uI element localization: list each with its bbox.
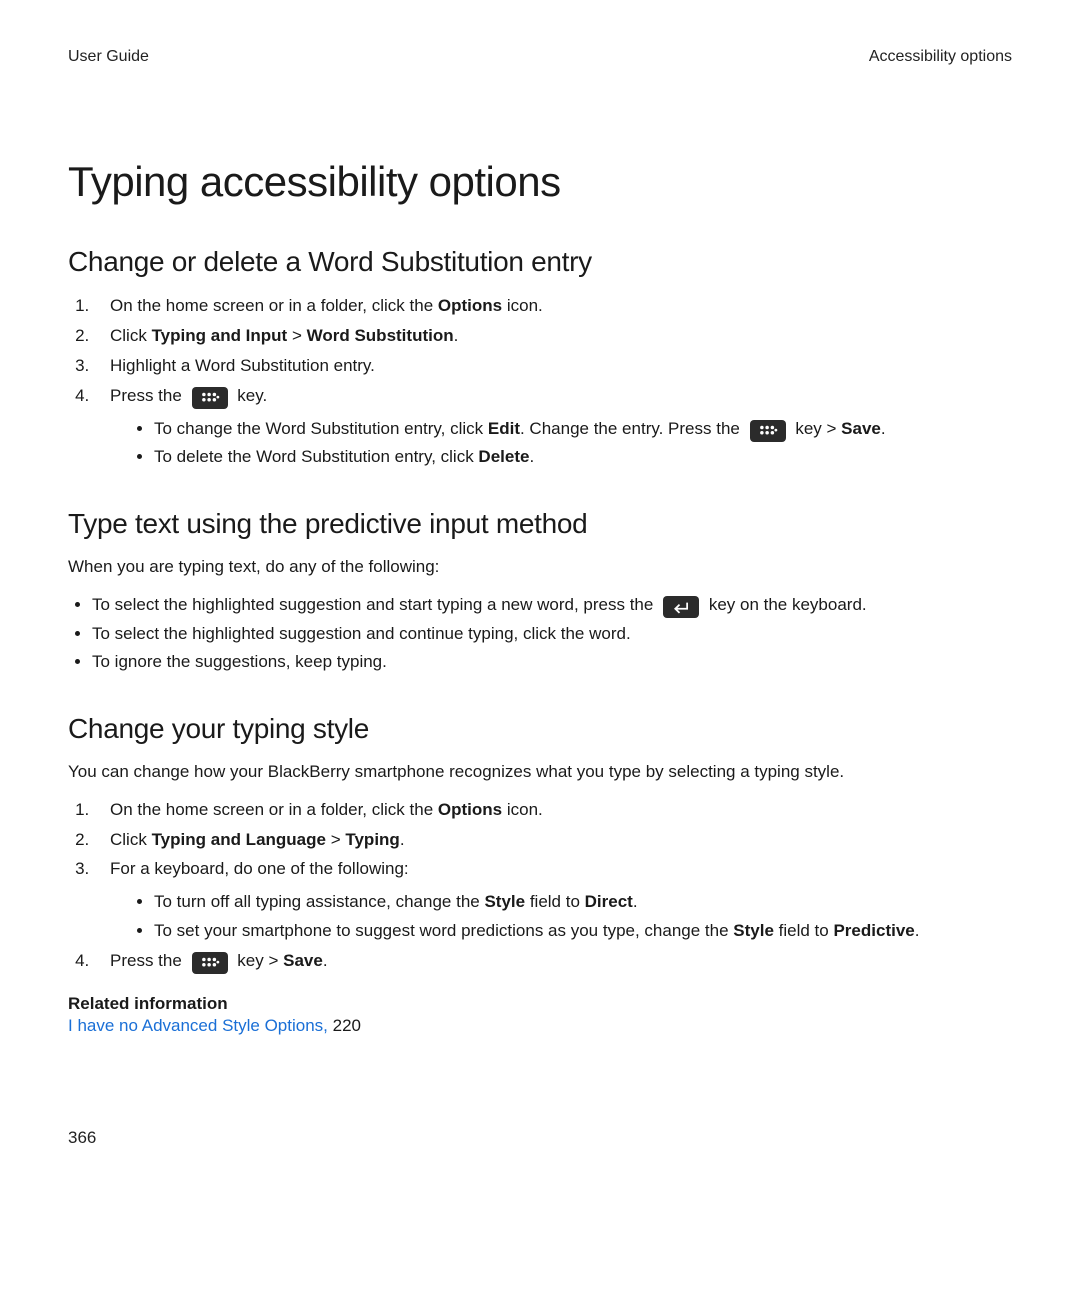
text-bold: Style: [484, 892, 525, 911]
text: Press the: [110, 951, 187, 970]
text: key >: [795, 419, 841, 438]
text: .: [400, 830, 405, 849]
style-sublist: To turn off all typing assistance, chang…: [130, 888, 1012, 946]
text: To select the highlighted suggestion and…: [92, 595, 658, 614]
related-info-heading: Related information: [68, 994, 1012, 1014]
text-bold: Options: [438, 800, 502, 819]
text-bold: Word Substitution: [307, 326, 454, 345]
list-item: To select the highlighted suggestion and…: [92, 620, 1012, 649]
text: key >: [237, 951, 283, 970]
page-title: Typing accessibility options: [68, 158, 1012, 206]
page-header: User Guide Accessibility options: [68, 48, 1012, 66]
text: field to: [525, 892, 585, 911]
text-bold: Style: [733, 921, 774, 940]
text: .: [323, 951, 328, 970]
list-item: To select the highlighted suggestion and…: [92, 591, 1012, 620]
list-item: Press the key > Save.: [94, 947, 1012, 976]
list-item: To delete the Word Substitution entry, c…: [154, 443, 1012, 472]
enter-key-icon: [663, 596, 699, 618]
text: Click: [110, 830, 152, 849]
list-item: Click Typing and Input > Word Substituti…: [94, 322, 1012, 351]
menu-key-icon: [192, 952, 228, 974]
style-steps: On the home screen or in a folder, click…: [68, 796, 1012, 976]
list-item: To ignore the suggestions, keep typing.: [92, 648, 1012, 677]
text: To ignore the suggestions, keep typing.: [92, 652, 387, 671]
list-item: To change the Word Substitution entry, c…: [154, 415, 1012, 444]
wordsub-steps: On the home screen or in a folder, click…: [68, 292, 1012, 472]
text: On the home screen or in a folder, click…: [110, 296, 438, 315]
text: To turn off all typing assistance, chang…: [154, 892, 484, 911]
list-item: Highlight a Word Substitution entry.: [94, 352, 1012, 381]
list-item: To set your smartphone to suggest word p…: [154, 917, 1012, 946]
predictive-bullets: To select the highlighted suggestion and…: [68, 591, 1012, 678]
text-bold: Direct: [585, 892, 633, 911]
text-bold: Typing: [345, 830, 399, 849]
text: .: [633, 892, 638, 911]
list-item: Click Typing and Language > Typing.: [94, 826, 1012, 855]
text: Press the: [110, 386, 187, 405]
list-item: On the home screen or in a folder, click…: [94, 796, 1012, 825]
list-item: On the home screen or in a folder, click…: [94, 292, 1012, 321]
text-bold: Options: [438, 296, 502, 315]
text: .: [881, 419, 886, 438]
style-intro: You can change how your BlackBerry smart…: [68, 759, 1012, 785]
text: >: [287, 326, 306, 345]
text: On the home screen or in a folder, click…: [110, 800, 438, 819]
text: .: [529, 447, 534, 466]
text-bold: Edit: [488, 419, 520, 438]
heading-style: Change your typing style: [68, 713, 1012, 745]
predictive-intro: When you are typing text, do any of the …: [68, 554, 1012, 580]
text: key.: [237, 386, 267, 405]
text: >: [326, 830, 345, 849]
document-page: User Guide Accessibility options Typing …: [0, 0, 1080, 1296]
list-item: For a keyboard, do one of the following:…: [94, 855, 1012, 946]
text: icon.: [502, 296, 543, 315]
text-bold: Save: [841, 419, 881, 438]
text: Click: [110, 326, 152, 345]
list-item: Press the key. To change the Word Substi…: [94, 382, 1012, 473]
page-number: 366: [68, 1128, 96, 1148]
text: Highlight a Word Substitution entry.: [110, 356, 375, 375]
text-bold: Predictive: [833, 921, 914, 940]
text: key on the keyboard.: [709, 595, 867, 614]
heading-wordsub: Change or delete a Word Substitution ent…: [68, 246, 1012, 278]
header-right: Accessibility options: [869, 48, 1012, 66]
text: icon.: [502, 800, 543, 819]
related-link[interactable]: I have no Advanced Style Options,: [68, 1016, 328, 1035]
text: For a keyboard, do one of the following:: [110, 859, 409, 878]
list-item: To turn off all typing assistance, chang…: [154, 888, 1012, 917]
text-bold: Typing and Language: [152, 830, 326, 849]
text-bold: Typing and Input: [152, 326, 288, 345]
header-left: User Guide: [68, 48, 149, 66]
text: To select the highlighted suggestion and…: [92, 624, 631, 643]
menu-key-icon: [750, 420, 786, 442]
text-bold: Save: [283, 951, 323, 970]
wordsub-sublist: To change the Word Substitution entry, c…: [130, 415, 1012, 473]
menu-key-icon: [192, 387, 228, 409]
text: To delete the Word Substitution entry, c…: [154, 447, 478, 466]
text-bold: Delete: [478, 447, 529, 466]
related-info-line: I have no Advanced Style Options, 220: [68, 1016, 1012, 1036]
text: To change the Word Substitution entry, c…: [154, 419, 488, 438]
text: field to: [774, 921, 834, 940]
related-page-ref: 220: [328, 1016, 361, 1035]
text: To set your smartphone to suggest word p…: [154, 921, 733, 940]
heading-predictive: Type text using the predictive input met…: [68, 508, 1012, 540]
text: .: [454, 326, 459, 345]
text: . Change the entry. Press the: [520, 419, 745, 438]
text: .: [915, 921, 920, 940]
